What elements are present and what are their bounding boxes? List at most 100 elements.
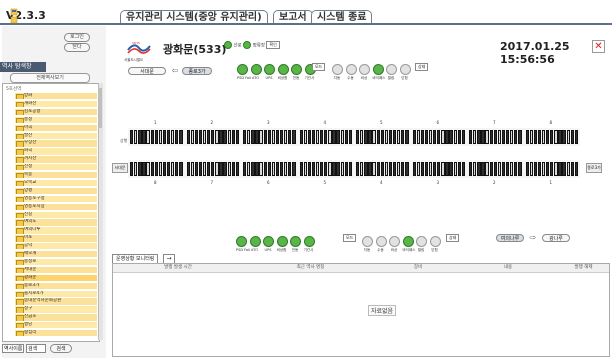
- platform-door[interactable]: [219, 162, 223, 176]
- platform-door[interactable]: [292, 162, 296, 176]
- platform-door[interactable]: [255, 130, 259, 144]
- tree-item[interactable]: 목동: [15, 172, 97, 179]
- platform-door[interactable]: [437, 162, 441, 176]
- platform-door[interactable]: [368, 162, 372, 176]
- platform-door[interactable]: [554, 162, 558, 176]
- tree-item[interactable]: 충정로: [15, 258, 97, 266]
- platform-door[interactable]: [235, 130, 240, 144]
- tree-item[interactable]: 광화문: [15, 274, 97, 282]
- platform-door[interactable]: [533, 162, 538, 176]
- platform-door[interactable]: [441, 130, 445, 144]
- platform-door[interactable]: [219, 130, 223, 144]
- platform-door[interactable]: [416, 130, 420, 144]
- platform-door[interactable]: [340, 130, 344, 144]
- platform-door[interactable]: [550, 130, 554, 144]
- platform-door[interactable]: [392, 130, 397, 144]
- platform-door[interactable]: [384, 130, 389, 144]
- platform-door[interactable]: [175, 162, 179, 176]
- tree-item[interactable]: 우장산: [15, 140, 97, 147]
- platform-door[interactable]: [299, 130, 303, 144]
- platform-door[interactable]: [537, 162, 542, 176]
- platform-door[interactable]: [288, 162, 292, 176]
- platform-door[interactable]: [453, 130, 457, 144]
- platform-door[interactable]: [368, 130, 372, 144]
- platform-door[interactable]: [405, 130, 409, 144]
- lower-prev-station-button[interactable]: 여의나루: [496, 234, 524, 242]
- tree-item[interactable]: 영등포구청: [15, 195, 97, 203]
- platform-door[interactable]: [566, 130, 570, 144]
- platform-door[interactable]: [166, 130, 171, 144]
- lower-next-station-button[interactable]: 광나루: [542, 234, 570, 242]
- platform-door[interactable]: [420, 162, 425, 176]
- platform-door[interactable]: [243, 130, 247, 144]
- platform-door[interactable]: [420, 130, 425, 144]
- platform-door[interactable]: [348, 130, 353, 144]
- platform-door[interactable]: [279, 162, 284, 176]
- platform-door[interactable]: [215, 162, 219, 176]
- platform-door[interactable]: [514, 162, 518, 176]
- platform-door[interactable]: [424, 162, 429, 176]
- tree-item[interactable]: 여의나루: [15, 227, 97, 234]
- platform-door[interactable]: [235, 162, 240, 176]
- tree-item[interactable]: 오목교: [15, 179, 97, 187]
- platform-door[interactable]: [376, 162, 380, 176]
- platform-door[interactable]: [150, 130, 154, 144]
- platform-door[interactable]: [397, 130, 401, 144]
- platform-door[interactable]: [162, 130, 167, 144]
- platform-door[interactable]: [340, 162, 344, 176]
- radio-stop-icon[interactable]: [243, 41, 252, 49]
- tree-item[interactable]: 청구: [15, 306, 97, 313]
- tree-item[interactable]: 화곡: [15, 148, 97, 155]
- tree-item[interactable]: 마곡: [15, 124, 97, 131]
- platform-door[interactable]: [146, 130, 150, 144]
- platform-door[interactable]: [510, 162, 514, 176]
- platform-door[interactable]: [372, 162, 376, 176]
- platform-door[interactable]: [311, 130, 316, 144]
- platform-door[interactable]: [130, 130, 134, 144]
- platform-door[interactable]: [150, 162, 154, 176]
- tree-root[interactable]: 5호선역: [6, 86, 21, 92]
- tree-item[interactable]: 공덕: [15, 243, 97, 250]
- platform-door[interactable]: [162, 162, 167, 176]
- platform-door[interactable]: [533, 130, 538, 144]
- platform-door[interactable]: [428, 162, 433, 176]
- platform-door[interactable]: [311, 162, 316, 176]
- platform-door[interactable]: [348, 162, 353, 176]
- logout-button[interactable]: 닫다: [64, 43, 90, 52]
- platform-door[interactable]: [315, 162, 320, 176]
- platform-door[interactable]: [481, 130, 485, 144]
- platform-door[interactable]: [449, 162, 453, 176]
- platform-door[interactable]: [275, 130, 280, 144]
- close-icon[interactable]: ✕: [592, 40, 605, 53]
- tree-item[interactable]: 신금호: [15, 314, 97, 321]
- platform-door[interactable]: [550, 162, 554, 176]
- tree-item[interactable]: 왕십리: [15, 330, 97, 337]
- platform-door[interactable]: [179, 162, 183, 176]
- platform-door[interactable]: [489, 130, 493, 144]
- platform-door[interactable]: [441, 162, 445, 176]
- platform-door[interactable]: [546, 130, 550, 144]
- platform-door[interactable]: [485, 162, 489, 176]
- tab-maintenance-system[interactable]: 유지관리 시스템(중앙 유지관리): [120, 10, 268, 24]
- platform-door[interactable]: [142, 130, 146, 144]
- platform-door[interactable]: [259, 162, 263, 176]
- platform-door[interactable]: [485, 130, 489, 144]
- platform-door[interactable]: [279, 130, 284, 144]
- platform-door[interactable]: [307, 130, 312, 144]
- platform-door[interactable]: [433, 130, 437, 144]
- tab-exit-system[interactable]: 시스템 종료: [311, 10, 373, 24]
- platform-door[interactable]: [320, 162, 324, 176]
- platform-door[interactable]: [271, 162, 276, 176]
- platform-door[interactable]: [505, 130, 510, 144]
- platform-door[interactable]: [227, 162, 231, 176]
- platform-door[interactable]: [320, 130, 324, 144]
- platform-door[interactable]: [558, 130, 562, 144]
- tree-item[interactable]: 영등포시장: [15, 203, 97, 210]
- platform-door[interactable]: [190, 130, 194, 144]
- platform-door[interactable]: [284, 162, 288, 176]
- platform-door[interactable]: [134, 162, 138, 176]
- show-all-stations-button[interactable]: 전체역사보기: [10, 73, 90, 83]
- platform-door[interactable]: [372, 130, 376, 144]
- platform-door[interactable]: [493, 130, 497, 144]
- platform-door[interactable]: [328, 162, 332, 176]
